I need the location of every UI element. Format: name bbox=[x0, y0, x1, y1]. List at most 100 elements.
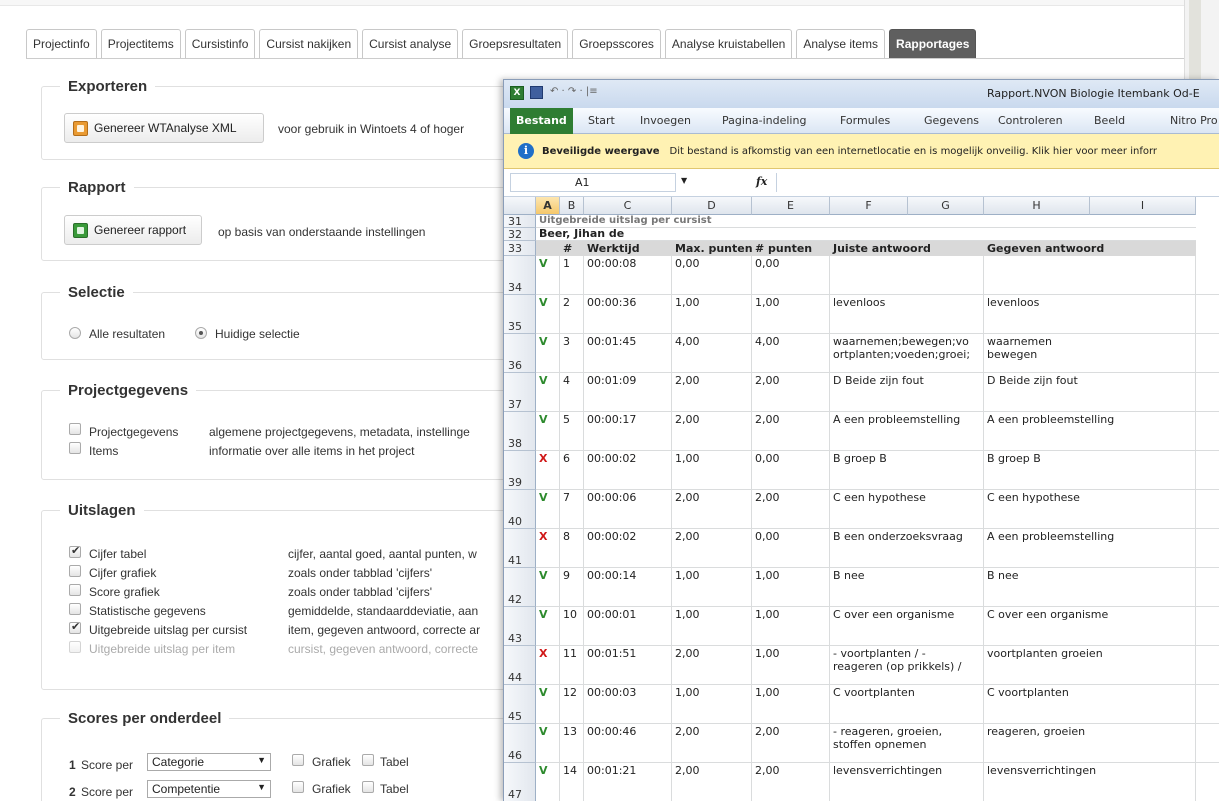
given-answer[interactable]: levenloos bbox=[984, 295, 1196, 334]
result-mark[interactable]: X bbox=[536, 451, 560, 490]
max-points[interactable]: 2,00 bbox=[672, 724, 752, 763]
tab-cursist-analyse[interactable]: Cursist analyse bbox=[362, 29, 459, 59]
row-header[interactable]: 44 bbox=[504, 646, 536, 685]
empty-cell[interactable] bbox=[1196, 412, 1219, 451]
tab-analyse-kruistabellen[interactable]: Analyse kruistabellen bbox=[664, 29, 793, 59]
ribbon-tab-beeld[interactable]: Beeld bbox=[1094, 108, 1125, 134]
correct-answer[interactable]: C een hypothese bbox=[830, 490, 984, 529]
checkbox-tabel-2[interactable] bbox=[362, 781, 374, 793]
ribbon-tab-start[interactable]: Start bbox=[588, 108, 615, 134]
item-number[interactable]: 14 bbox=[560, 763, 584, 801]
column-header-b[interactable]: B bbox=[560, 197, 584, 215]
work-time[interactable]: 00:01:51 bbox=[584, 646, 672, 685]
result-mark[interactable]: V bbox=[536, 568, 560, 607]
result-mark[interactable]: X bbox=[536, 646, 560, 685]
result-mark[interactable]: V bbox=[536, 724, 560, 763]
correct-answer[interactable]: C voortplanten bbox=[830, 685, 984, 724]
item-number[interactable]: 12 bbox=[560, 685, 584, 724]
tab-projectitems[interactable]: Projectitems bbox=[100, 29, 181, 59]
given-answer[interactable]: levensverrichtingen bbox=[984, 763, 1196, 801]
work-time[interactable]: 00:00:01 bbox=[584, 607, 672, 646]
checkbox-uitslag-per-cursist[interactable] bbox=[69, 620, 81, 634]
checkbox-cijfer-grafiek[interactable] bbox=[69, 565, 81, 577]
points[interactable]: 0,00 bbox=[752, 451, 830, 490]
points[interactable]: 2,00 bbox=[752, 412, 830, 451]
correct-answer[interactable]: waarnemen;bewegen;vo ortplanten;voeden;gr… bbox=[830, 334, 984, 373]
result-mark[interactable]: V bbox=[536, 256, 560, 295]
points[interactable]: 0,00 bbox=[752, 529, 830, 568]
row-header[interactable]: 31 bbox=[504, 215, 536, 228]
column-header-c[interactable]: C bbox=[584, 197, 672, 215]
given-answer[interactable]: A een probleemstelling bbox=[984, 529, 1196, 568]
item-number[interactable]: 5 bbox=[560, 412, 584, 451]
points[interactable]: 0,00 bbox=[752, 256, 830, 295]
checkbox-projectgegevens[interactable] bbox=[69, 423, 81, 435]
row-header[interactable]: 45 bbox=[504, 685, 536, 724]
row-header[interactable]: 33 bbox=[504, 241, 536, 256]
ribbon-tab-formules[interactable]: Formules bbox=[840, 108, 890, 134]
row-header[interactable]: 39 bbox=[504, 451, 536, 490]
correct-answer[interactable]: B een onderzoeksvraag bbox=[830, 529, 984, 568]
radio-alle-resultaten[interactable] bbox=[69, 327, 81, 339]
empty-cell[interactable] bbox=[1196, 529, 1219, 568]
fx-icon[interactable]: fx bbox=[756, 175, 767, 188]
empty-cell[interactable] bbox=[1196, 646, 1219, 685]
ribbon-tab-gegevens[interactable]: Gegevens bbox=[924, 108, 979, 134]
work-time[interactable]: 00:00:06 bbox=[584, 490, 672, 529]
work-time[interactable]: 00:01:45 bbox=[584, 334, 672, 373]
max-points[interactable]: 0,00 bbox=[672, 256, 752, 295]
correct-answer[interactable]: levenloos bbox=[830, 295, 984, 334]
empty-cell[interactable] bbox=[1196, 490, 1219, 529]
column-header-e[interactable]: E bbox=[752, 197, 830, 215]
item-number[interactable]: 9 bbox=[560, 568, 584, 607]
correct-answer[interactable]: C over een organisme bbox=[830, 607, 984, 646]
ribbon-tab-invoegen[interactable]: Invoegen bbox=[640, 108, 691, 134]
result-mark[interactable]: V bbox=[536, 295, 560, 334]
item-number[interactable]: 7 bbox=[560, 490, 584, 529]
given-answer[interactable]: B groep B bbox=[984, 451, 1196, 490]
work-time[interactable]: 00:01:21 bbox=[584, 763, 672, 801]
tab-rapportages[interactable]: Rapportages bbox=[889, 29, 977, 59]
column-header-a[interactable]: A bbox=[536, 197, 560, 215]
empty-cell[interactable] bbox=[1196, 607, 1219, 646]
result-mark[interactable]: V bbox=[536, 373, 560, 412]
given-answer[interactable]: waarnemen bewegen bbox=[984, 334, 1196, 373]
empty-cell[interactable] bbox=[1196, 256, 1219, 295]
checkbox-score-grafiek[interactable] bbox=[69, 584, 81, 596]
max-points[interactable]: 2,00 bbox=[672, 646, 752, 685]
row-header[interactable]: 37 bbox=[504, 373, 536, 412]
given-answer[interactable] bbox=[984, 256, 1196, 295]
excel-window[interactable]: X ↶ · ↷ · |≡ Rapport.NVON Biologie Itemb… bbox=[503, 79, 1219, 801]
spreadsheet-grid[interactable]: A B C D E F G H I 31 Uitgebreide uitslag per cursi… bbox=[504, 197, 1219, 801]
max-points[interactable]: 1,00 bbox=[672, 451, 752, 490]
item-number[interactable]: 3 bbox=[560, 334, 584, 373]
given-answer[interactable]: voortplanten groeien bbox=[984, 646, 1196, 685]
checkbox-tabel-1[interactable] bbox=[362, 754, 374, 766]
points[interactable]: 2,00 bbox=[752, 763, 830, 801]
given-answer[interactable]: C een hypothese bbox=[984, 490, 1196, 529]
item-number[interactable]: 10 bbox=[560, 607, 584, 646]
generate-report-button[interactable]: Genereer rapport bbox=[64, 215, 202, 245]
correct-answer[interactable]: B nee bbox=[830, 568, 984, 607]
correct-answer[interactable]: D Beide zijn fout bbox=[830, 373, 984, 412]
score-row-1-select[interactable]: Categorie ▼ bbox=[147, 753, 271, 771]
empty-cell[interactable] bbox=[1196, 373, 1219, 412]
row-header[interactable]: 34 bbox=[504, 256, 536, 295]
radio-huidige-selectie[interactable] bbox=[195, 327, 207, 339]
item-number[interactable]: 11 bbox=[560, 646, 584, 685]
row-header[interactable]: 32 bbox=[504, 228, 536, 241]
result-mark[interactable]: V bbox=[536, 763, 560, 801]
checkbox-statistische-gegevens[interactable] bbox=[69, 603, 81, 615]
row-header[interactable]: 43 bbox=[504, 607, 536, 646]
empty-cell[interactable] bbox=[1196, 334, 1219, 373]
max-points[interactable]: 2,00 bbox=[672, 763, 752, 801]
quick-access-icons[interactable]: ↶ · ↷ · |≡ bbox=[550, 86, 598, 97]
result-mark[interactable]: V bbox=[536, 334, 560, 373]
column-header-g[interactable]: G bbox=[908, 197, 984, 215]
points[interactable]: 2,00 bbox=[752, 724, 830, 763]
given-answer[interactable]: D Beide zijn fout bbox=[984, 373, 1196, 412]
save-icon[interactable] bbox=[530, 86, 543, 99]
correct-answer[interactable]: - reageren, groeien, stoffen opnemen bbox=[830, 724, 984, 763]
ribbon-tab-bestand[interactable]: Bestand bbox=[510, 108, 573, 134]
max-points[interactable]: 1,00 bbox=[672, 607, 752, 646]
